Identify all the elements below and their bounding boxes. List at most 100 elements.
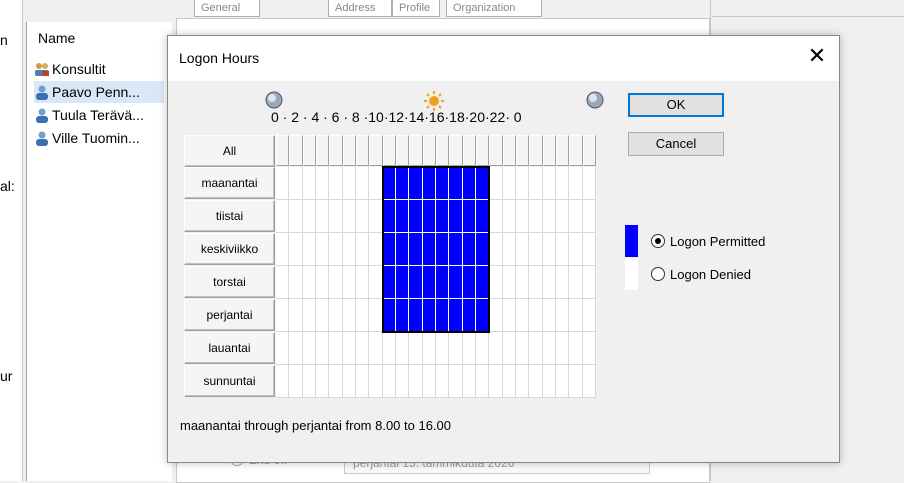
- hour-cell[interactable]: [303, 200, 316, 233]
- hour-cell[interactable]: [503, 365, 516, 398]
- hour-cell[interactable]: [449, 299, 463, 332]
- hour-cell[interactable]: [409, 365, 423, 398]
- tab-general[interactable]: General: [194, 0, 260, 17]
- hour-cell[interactable]: [556, 365, 569, 398]
- hour-cell[interactable]: [529, 266, 543, 299]
- hour-cell[interactable]: [463, 266, 476, 299]
- hour-cell[interactable]: [276, 299, 289, 332]
- hour-cell[interactable]: [463, 200, 476, 233]
- hour-cell[interactable]: [436, 299, 449, 332]
- hour-cell[interactable]: [276, 200, 289, 233]
- list-item-ville[interactable]: Ville Tuomin...: [34, 127, 140, 149]
- hour-cell[interactable]: [436, 332, 449, 365]
- hour-cell[interactable]: [289, 299, 303, 332]
- hour-cell[interactable]: [476, 167, 489, 200]
- hour-cell[interactable]: [423, 332, 436, 365]
- hour-cell[interactable]: [476, 332, 489, 365]
- hour-cell[interactable]: [463, 233, 476, 266]
- hour-cell[interactable]: [409, 200, 423, 233]
- hour-cell[interactable]: [423, 299, 436, 332]
- hour-header-button[interactable]: [396, 135, 409, 166]
- day-button-perjantai[interactable]: perjantai: [184, 299, 275, 331]
- hour-cell[interactable]: [409, 266, 423, 299]
- hour-cell[interactable]: [409, 233, 423, 266]
- hour-cell[interactable]: [396, 365, 409, 398]
- hour-cell[interactable]: [516, 299, 529, 332]
- hour-cell[interactable]: [449, 365, 463, 398]
- hour-cell[interactable]: [463, 167, 476, 200]
- hour-cell[interactable]: [383, 167, 396, 200]
- hour-cell[interactable]: [303, 266, 316, 299]
- hour-cell[interactable]: [356, 167, 369, 200]
- hour-cell[interactable]: [396, 167, 409, 200]
- hour-cell[interactable]: [489, 167, 503, 200]
- hour-cell[interactable]: [516, 365, 529, 398]
- hour-cell[interactable]: [423, 167, 436, 200]
- hour-cell[interactable]: [489, 365, 503, 398]
- hour-cell[interactable]: [436, 365, 449, 398]
- hour-cell[interactable]: [556, 332, 569, 365]
- hour-cell[interactable]: [289, 233, 303, 266]
- day-button-torstai[interactable]: torstai: [184, 266, 275, 298]
- logon-permitted-radio[interactable]: Logon Permitted: [651, 232, 765, 252]
- hour-cell[interactable]: [529, 365, 543, 398]
- hour-cell[interactable]: [569, 332, 583, 365]
- hour-cell[interactable]: [276, 266, 289, 299]
- hour-cell[interactable]: [383, 332, 396, 365]
- hour-cell[interactable]: [316, 365, 329, 398]
- hour-header-button[interactable]: [583, 135, 596, 166]
- hour-cell[interactable]: [569, 200, 583, 233]
- hour-cell[interactable]: [556, 299, 569, 332]
- hour-cell[interactable]: [583, 299, 596, 332]
- hour-cell[interactable]: [409, 167, 423, 200]
- hour-cell[interactable]: [289, 266, 303, 299]
- hour-cell[interactable]: [543, 299, 556, 332]
- hour-cell[interactable]: [489, 200, 503, 233]
- hour-cell[interactable]: [369, 200, 383, 233]
- day-button-keskiviikko[interactable]: keskiviikko: [184, 233, 275, 265]
- hour-cell[interactable]: [583, 365, 596, 398]
- hour-cell[interactable]: [343, 167, 356, 200]
- hour-cell[interactable]: [276, 233, 289, 266]
- hour-header-button[interactable]: [463, 135, 476, 166]
- hour-cell[interactable]: [556, 200, 569, 233]
- hour-cell[interactable]: [556, 266, 569, 299]
- hour-cell[interactable]: [343, 365, 356, 398]
- hour-cell[interactable]: [516, 200, 529, 233]
- tab-profile[interactable]: Profile: [392, 0, 440, 17]
- list-item-paavo[interactable]: Paavo Penn...: [34, 81, 164, 103]
- logon-hours-grid[interactable]: [276, 166, 596, 398]
- hour-cell[interactable]: [356, 365, 369, 398]
- hour-cell[interactable]: [329, 332, 343, 365]
- hour-cell[interactable]: [583, 332, 596, 365]
- ok-button[interactable]: OK: [628, 93, 724, 117]
- hour-cell[interactable]: [463, 365, 476, 398]
- hour-cell[interactable]: [289, 167, 303, 200]
- hour-cell[interactable]: [316, 299, 329, 332]
- list-item-tuula[interactable]: Tuula Terävä...: [34, 104, 144, 126]
- cancel-button[interactable]: Cancel: [628, 132, 724, 156]
- hour-cell[interactable]: [329, 266, 343, 299]
- hour-cell[interactable]: [476, 200, 489, 233]
- hour-cell[interactable]: [276, 167, 289, 200]
- hour-cell[interactable]: [343, 332, 356, 365]
- hour-cell[interactable]: [476, 233, 489, 266]
- hour-cell[interactable]: [489, 233, 503, 266]
- hour-cell[interactable]: [369, 266, 383, 299]
- hour-cell[interactable]: [449, 233, 463, 266]
- hour-cell[interactable]: [569, 299, 583, 332]
- hour-cell[interactable]: [276, 332, 289, 365]
- hour-header-button[interactable]: [303, 135, 316, 166]
- hour-cell[interactable]: [503, 266, 516, 299]
- hour-header-button[interactable]: [503, 135, 516, 166]
- hour-cell[interactable]: [303, 332, 316, 365]
- hour-cell[interactable]: [396, 200, 409, 233]
- hour-cell[interactable]: [449, 167, 463, 200]
- hour-cell[interactable]: [489, 266, 503, 299]
- hour-header-button[interactable]: [343, 135, 356, 166]
- hour-header-button[interactable]: [409, 135, 423, 166]
- hour-cell[interactable]: [503, 299, 516, 332]
- hour-cell[interactable]: [289, 332, 303, 365]
- hour-header-button[interactable]: [489, 135, 503, 166]
- day-button-tiistai[interactable]: tiistai: [184, 200, 275, 232]
